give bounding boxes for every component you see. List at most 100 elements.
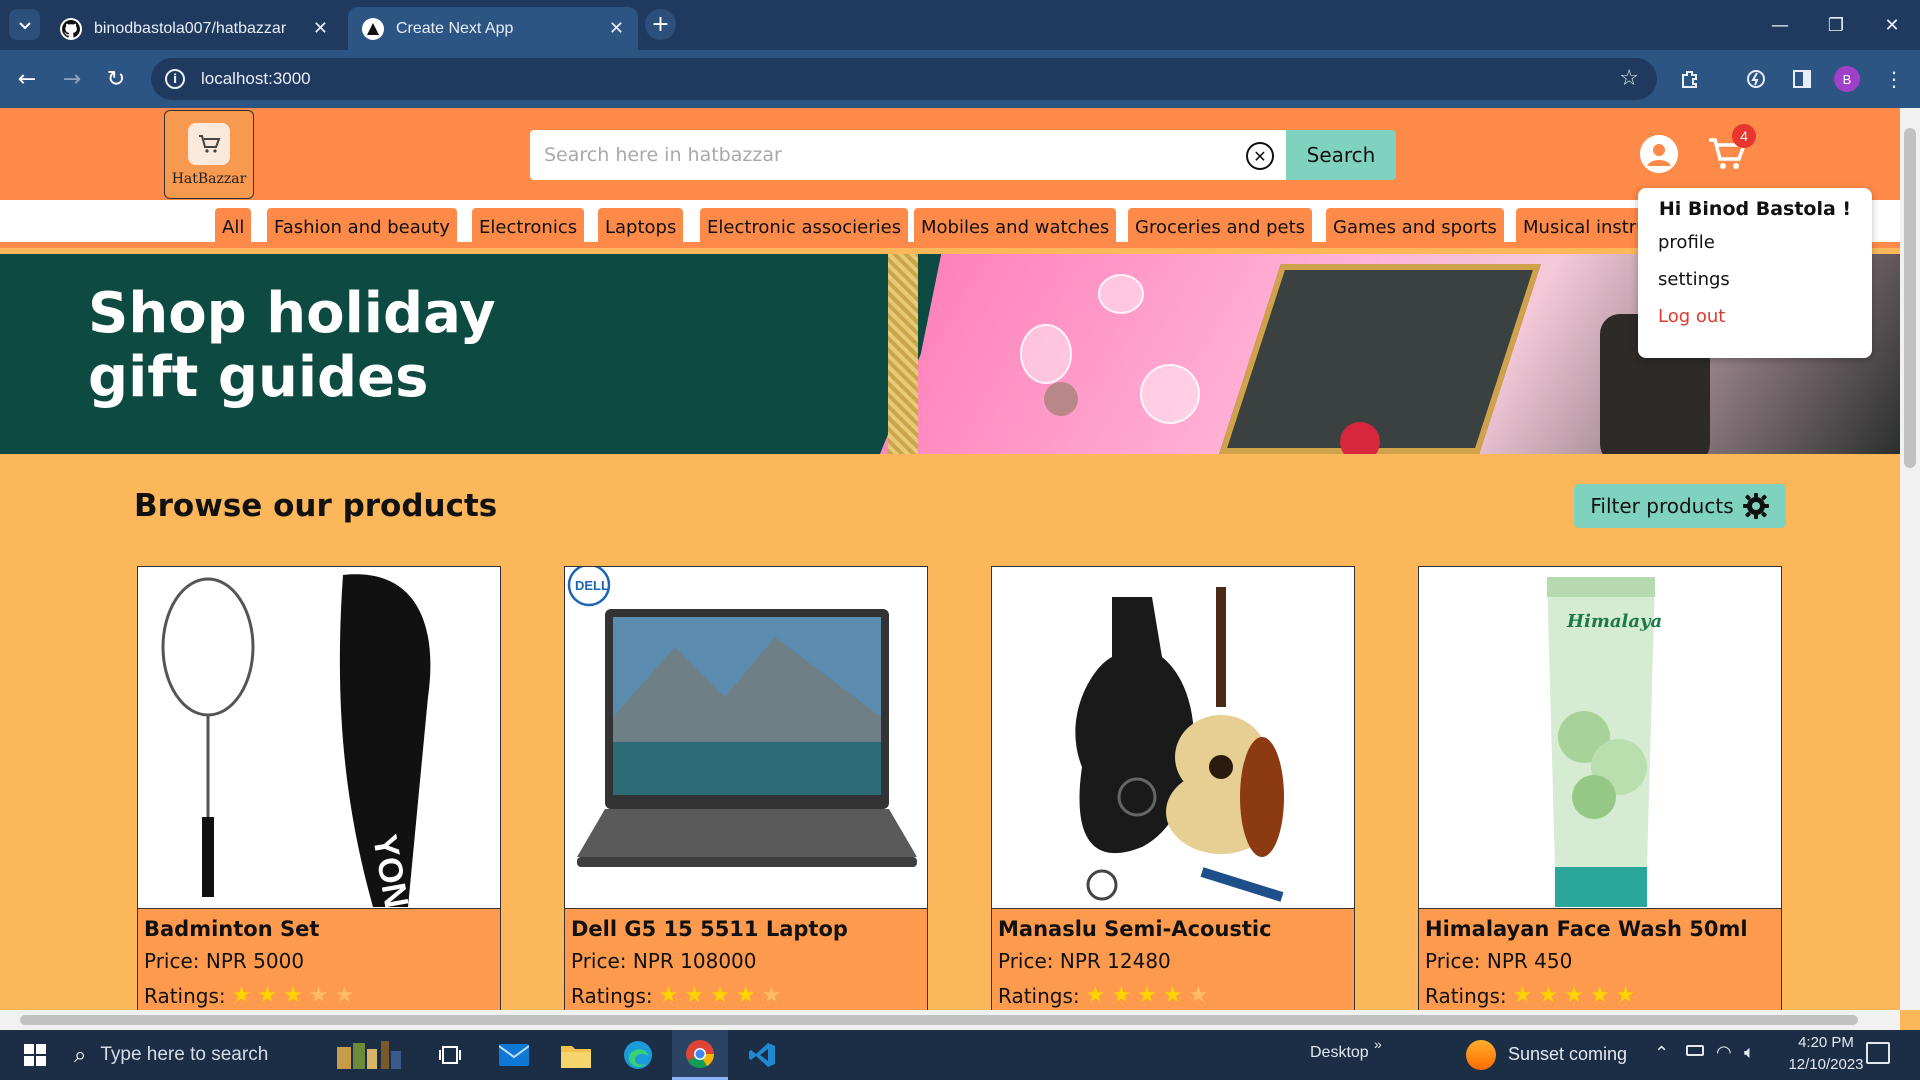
svg-text:DELL: DELL <box>575 578 609 593</box>
clock-date[interactable]: 12/10/2023 <box>1776 1056 1876 1073</box>
close-icon[interactable]: ✕ <box>609 18 624 39</box>
product-price: Price: NPR 12480 <box>998 949 1171 973</box>
edge-icon[interactable] <box>610 1030 666 1080</box>
product-image-guitar <box>992 567 1354 909</box>
star-icon: ★ <box>283 983 303 1008</box>
star-icon: ★ <box>735 983 756 1008</box>
star-icon: ★ <box>658 983 679 1008</box>
file-explorer-icon[interactable] <box>548 1030 604 1080</box>
address-bar[interactable]: i localhost:3000 ☆ <box>151 58 1657 100</box>
tab-search-button[interactable] <box>9 9 40 40</box>
site-info-icon[interactable]: i <box>165 69 185 89</box>
category-groceries-and-pets[interactable]: Groceries and pets <box>1128 208 1313 246</box>
product-image-face-wash: Himalaya <box>1419 567 1781 909</box>
side-panel-icon[interactable] <box>1786 63 1818 95</box>
search-input[interactable] <box>530 130 1286 180</box>
menu-item-settings[interactable]: settings <box>1658 269 1852 290</box>
close-window-icon[interactable]: ✕ <box>1864 0 1920 50</box>
tab-create-next-app[interactable]: Create Next App ✕ <box>348 7 638 50</box>
mail-icon[interactable] <box>486 1030 542 1080</box>
reload-icon[interactable]: ↻ <box>100 63 132 95</box>
battery-icon[interactable] <box>1686 1045 1704 1056</box>
star-icon: ★ <box>231 983 252 1008</box>
tab-github[interactable]: binodbastola007/hatbazzar ✕ <box>46 7 342 50</box>
user-dropdown-menu: Hi Binod Bastola ! profile settings Log … <box>1638 188 1872 358</box>
brand-wordmark: Himalaya <box>1566 611 1662 632</box>
menu-item-logout[interactable]: Log out <box>1658 306 1852 327</box>
product-card[interactable]: Himalaya Himalayan Face Wash 50ml Price:… <box>1418 566 1782 1010</box>
clock-time[interactable]: 4:20 PM <box>1784 1034 1868 1051</box>
menu-item-profile[interactable]: profile <box>1658 232 1852 253</box>
ratings-label: Ratings: <box>998 983 1080 1008</box>
product-card[interactable]: Manaslu Semi-Acoustic Price: NPR 12480 R… <box>991 566 1355 1010</box>
browser-profile-avatar[interactable]: B <box>1834 66 1860 92</box>
banner-gold-strip <box>888 254 918 454</box>
star-icon: ★ <box>1188 983 1209 1008</box>
category-mobiles-and-watches[interactable]: Mobiles and watches <box>914 208 1117 246</box>
product-card[interactable]: YONEX Badminton Set Price: NPR 5000 Rati… <box>137 566 501 1010</box>
taskbar-search[interactable]: ⌕ Type here to search <box>62 1030 340 1080</box>
weather-text[interactable]: Sunset coming <box>1508 1044 1627 1065</box>
ratings-label: Ratings: <box>1425 983 1507 1008</box>
horizontal-scrollbar[interactable] <box>0 1010 1900 1030</box>
desktop-toolbar-label[interactable]: Desktop <box>1310 1044 1369 1062</box>
minimize-icon[interactable]: — <box>1752 0 1808 50</box>
volume-icon[interactable]: 🔈︎ <box>1744 1042 1755 1063</box>
product-ratings: Ratings: ★ ★ ★ ★ ★ <box>144 983 354 1008</box>
vscode-icon[interactable] <box>734 1030 790 1080</box>
gear-icon <box>1742 493 1769 519</box>
search-button[interactable]: Search <box>1286 130 1396 180</box>
horizontal-scroll-thumb[interactable] <box>20 1015 1858 1025</box>
windows-taskbar: ⌕ Type here to search Desktop » Sunset c… <box>0 1030 1920 1080</box>
category-electronics[interactable]: Electronics <box>472 208 585 246</box>
task-view-icon[interactable] <box>422 1030 478 1080</box>
category-fashion-and-beauty[interactable]: Fashion and beauty <box>267 208 457 246</box>
chevron-up-icon[interactable]: ⌃ <box>1654 1043 1669 1064</box>
banner-line-2: gift guides <box>88 345 429 410</box>
back-icon[interactable]: ← <box>11 63 43 95</box>
category-laptops[interactable]: Laptops <box>598 208 684 246</box>
ratings-label: Ratings: <box>571 983 653 1008</box>
product-name: Badminton Set <box>144 917 320 941</box>
notifications-icon[interactable] <box>1866 1042 1890 1064</box>
star-icon: ★ <box>710 983 730 1008</box>
close-icon[interactable]: ✕ <box>313 18 328 39</box>
ratings-label: Ratings: <box>144 983 226 1008</box>
star-icon: ★ <box>257 983 278 1008</box>
star-icon: ★ <box>334 983 355 1008</box>
chevron-down-icon <box>18 21 31 29</box>
filter-products-button[interactable]: Filter products <box>1574 484 1786 528</box>
category-electronic-associeries[interactable]: Electronic associeries <box>700 208 909 246</box>
star-icon: ★ <box>1564 983 1584 1008</box>
extensions-icon[interactable] <box>1674 63 1706 95</box>
product-ratings: Ratings: ★ ★ ★ ★ ★ <box>1425 983 1635 1008</box>
user-account-icon[interactable] <box>1640 135 1678 173</box>
wifi-icon[interactable]: ◠ <box>1716 1042 1732 1063</box>
site-logo[interactable]: HatBazzar <box>164 110 254 199</box>
banner-line-1: Shop holiday <box>88 281 496 346</box>
product-price: Price: NPR 108000 <box>571 949 757 973</box>
product-card[interactable]: DELL Dell G5 15 5511 Laptop Price: NPR 1… <box>564 566 928 1010</box>
bookmark-star-icon[interactable]: ☆ <box>1619 66 1639 91</box>
forward-icon[interactable]: → <box>56 63 88 95</box>
star-icon: ★ <box>1538 983 1559 1008</box>
windows-start-icon[interactable] <box>10 1030 60 1080</box>
star-icon: ★ <box>1589 983 1610 1008</box>
restore-icon[interactable]: ❐ <box>1808 0 1864 50</box>
vertical-scroll-thumb[interactable] <box>1904 128 1916 468</box>
category-games-and-sports[interactable]: Games and sports <box>1326 208 1504 246</box>
star-icon: ★ <box>1162 983 1183 1008</box>
clear-search-icon[interactable]: ✕ <box>1246 142 1274 170</box>
chrome-icon[interactable] <box>672 1030 728 1080</box>
hero-banner[interactable]: Shop holiday gift guides <box>0 254 1900 454</box>
vertical-scrollbar[interactable] <box>1900 108 1920 1010</box>
banner-glass <box>1140 364 1200 424</box>
taskbar-widget-image-icon[interactable] <box>328 1030 412 1080</box>
new-tab-button[interactable]: + <box>645 9 676 40</box>
performance-icon[interactable] <box>1740 63 1772 95</box>
chevron-double-right-icon[interactable]: » <box>1374 1036 1382 1052</box>
product-price: Price: NPR 5000 <box>144 949 305 973</box>
browser-menu-icon[interactable]: ⋮ <box>1878 63 1910 95</box>
product-image-badminton: YONEX <box>138 567 500 909</box>
category-all[interactable]: All <box>215 208 252 246</box>
